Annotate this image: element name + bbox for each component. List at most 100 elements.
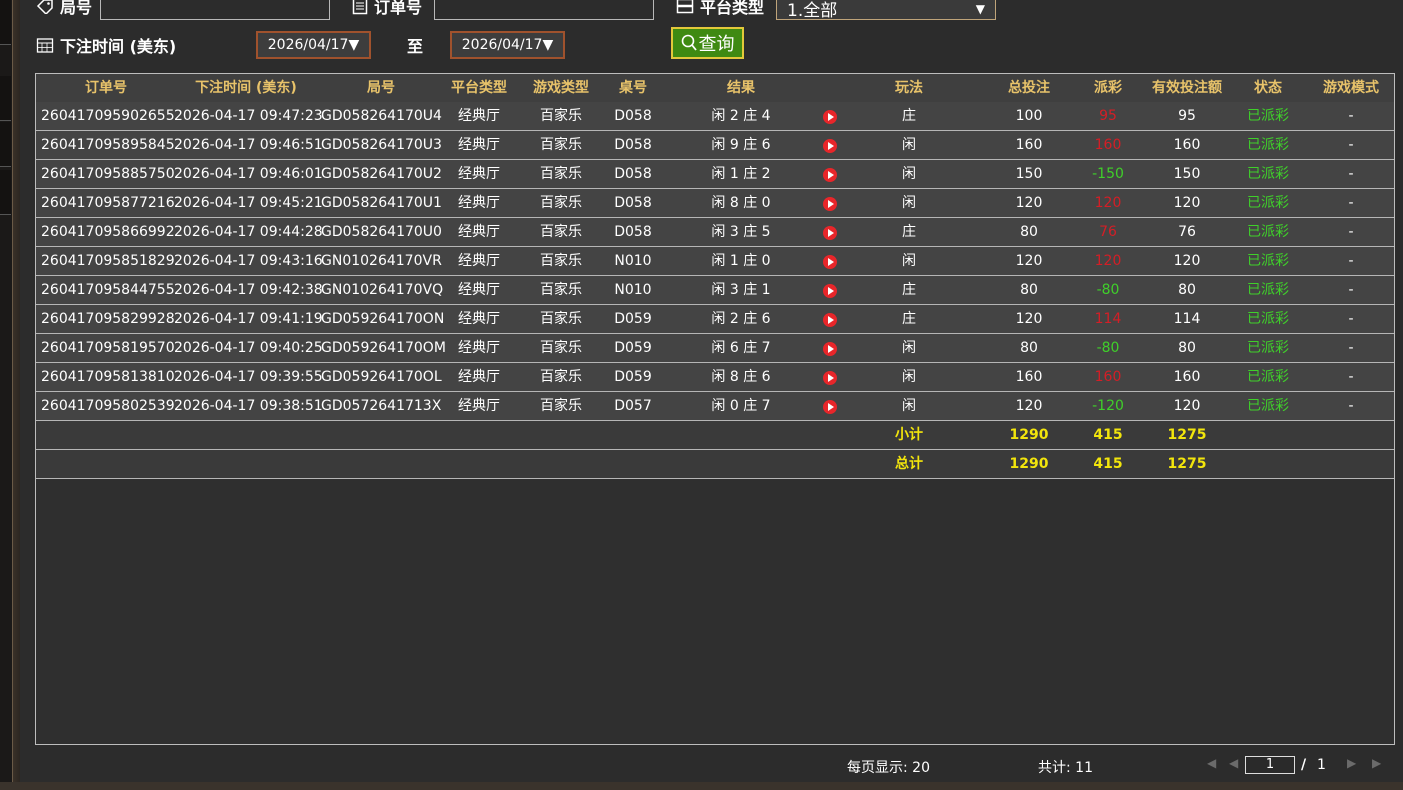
- round-input[interactable]: [100, 0, 330, 20]
- round-filter-label: 局号: [36, 0, 92, 18]
- table-number-cell: D059: [614, 369, 652, 385]
- tag-icon: [36, 0, 53, 14]
- first-page-icon[interactable]: ◀︎: [1207, 756, 1216, 770]
- round-cell: GD058264170U0: [321, 224, 442, 240]
- round-cell: GD058264170U3: [321, 137, 442, 153]
- table-row[interactable]: 260417095802539 2026-04-17 09:38:51 GD0572…: [36, 392, 1394, 421]
- result-cell: 闲 8 庄 0: [711, 195, 771, 211]
- table-row[interactable]: 260417095829928 2026-04-17 09:41:19 GD0592…: [36, 305, 1394, 334]
- video-replay-icon[interactable]: [823, 284, 837, 298]
- payout-cell: -80: [1096, 340, 1120, 356]
- table-row[interactable]: 260417095885750 2026-04-17 09:46:01 GD0582…: [36, 160, 1394, 189]
- valid-bet-cell: 120: [1173, 195, 1201, 211]
- result-cell: 闲 3 庄 5: [711, 224, 771, 240]
- next-page-icon[interactable]: ▶: [1347, 756, 1356, 770]
- game-cell: 百家乐: [540, 166, 582, 182]
- table-row[interactable]: 260417095902655 2026-04-17 09:47:23 GD0582…: [36, 102, 1394, 131]
- platform-select-value: 1.全部: [787, 1, 838, 21]
- platform-select[interactable]: 1.全部 ▼: [776, 0, 996, 21]
- video-replay-icon[interactable]: [823, 371, 837, 385]
- table-row[interactable]: 260417095895845 2026-04-17 09:46:51 GD0582…: [36, 131, 1394, 160]
- col-status: 状态: [1254, 80, 1282, 96]
- platform-cell: 经典厅: [458, 137, 500, 153]
- game-cell: 百家乐: [540, 137, 582, 153]
- bet-time-cell: 2026-04-17 09:39:55: [174, 369, 323, 385]
- total-bet-cell: 120: [1015, 195, 1043, 211]
- bet-time-cell: 2026-04-17 09:44:28: [174, 224, 323, 240]
- video-replay-icon[interactable]: [823, 255, 837, 269]
- game-mode-cell: -: [1348, 108, 1354, 124]
- game-cell: 百家乐: [540, 398, 582, 414]
- order-cell: 260417095829928: [41, 311, 175, 327]
- prev-page-icon[interactable]: ◀: [1229, 756, 1238, 770]
- col-bet-time: 下注时间 (美东): [195, 80, 297, 96]
- status-cell: 已派彩: [1247, 398, 1289, 414]
- video-replay-icon[interactable]: [823, 139, 837, 153]
- status-cell: 已派彩: [1247, 195, 1289, 211]
- order-input[interactable]: [434, 0, 654, 20]
- platform-cell: 经典厅: [458, 340, 500, 356]
- date-from-picker[interactable]: 2026/04/17▼: [256, 31, 371, 59]
- video-replay-icon[interactable]: [823, 197, 837, 211]
- play-cell: 庄: [902, 311, 916, 327]
- play-cell: 闲: [902, 137, 916, 153]
- result-cell: 闲 1 庄 2: [711, 166, 771, 182]
- valid-bet-cell: 120: [1173, 398, 1201, 414]
- table-number-cell: D059: [614, 340, 652, 356]
- page-input[interactable]: 1: [1245, 756, 1295, 774]
- play-cell: 闲: [902, 369, 916, 385]
- valid-bet-cell: 150: [1173, 166, 1201, 182]
- video-replay-icon[interactable]: [823, 110, 837, 124]
- round-cell: GN010264170VQ: [321, 282, 444, 298]
- play-cell: 闲: [902, 253, 916, 269]
- search-icon: [681, 34, 697, 51]
- payout-cell: 120: [1094, 195, 1122, 211]
- table-number-cell: D057: [614, 398, 652, 414]
- query-button[interactable]: 查询: [671, 27, 744, 59]
- result-cell: 闲 2 庄 4: [711, 108, 771, 124]
- bet-time-cell: 2026-04-17 09:42:38: [174, 282, 323, 298]
- order-cell: 260417095902655: [41, 108, 175, 124]
- table-row[interactable]: 260417095813810 2026-04-17 09:39:55 GD0592…: [36, 363, 1394, 392]
- payout-cell: 160: [1094, 369, 1122, 385]
- order-cell: 260417095813810: [41, 369, 175, 385]
- subtotal-valid: 1275: [1167, 427, 1207, 443]
- video-replay-icon[interactable]: [823, 400, 837, 414]
- total-bet-cell: 80: [1020, 282, 1038, 298]
- round-cell: GD058264170U1: [321, 195, 442, 211]
- bet-time-cell: 2026-04-17 09:45:21: [174, 195, 323, 211]
- round-cell: GD059264170OL: [321, 369, 442, 385]
- to-label: 至: [407, 37, 424, 56]
- table-row[interactable]: 260417095844755 2026-04-17 09:42:38 GN0102…: [36, 276, 1394, 305]
- payout-cell: -80: [1096, 282, 1120, 298]
- table-number-cell: N010: [614, 253, 652, 269]
- play-cell: 闲: [902, 195, 916, 211]
- left-strip-block: [0, 122, 11, 167]
- video-replay-icon[interactable]: [823, 342, 837, 356]
- table-number-cell: D059: [614, 311, 652, 327]
- status-cell: 已派彩: [1247, 137, 1289, 153]
- table-header: 订单号 下注时间 (美东) 局号 平台类型 游戏类型 桌号 结果 玩法 总投注 …: [36, 74, 1394, 102]
- table-row[interactable]: 260417095877216 2026-04-17 09:45:21 GD0582…: [36, 189, 1394, 218]
- date-to-picker[interactable]: 2026/04/17▼: [450, 31, 565, 59]
- total-bet-cell: 150: [1015, 166, 1043, 182]
- bottom-strip: [0, 782, 1403, 790]
- col-play: 玩法: [895, 80, 923, 96]
- order-cell: 260417095819570: [41, 340, 175, 356]
- total-bet: 1290: [1009, 456, 1049, 472]
- bet-time-cell: 2026-04-17 09:41:19: [174, 311, 323, 327]
- game-mode-cell: -: [1348, 369, 1354, 385]
- table-row[interactable]: 260417095866992 2026-04-17 09:44:28 GD0582…: [36, 218, 1394, 247]
- play-cell: 闲: [902, 398, 916, 414]
- last-page-icon[interactable]: ▶︎: [1372, 756, 1381, 770]
- pagination-footer: 每页显示: 20 共计: 11 ◀︎ ◀ 1 / 1 ▶ ▶︎: [35, 748, 1395, 782]
- table-row[interactable]: 260417095851829 2026-04-17 09:43:16 GN0102…: [36, 247, 1394, 276]
- col-game-mode: 游戏模式: [1323, 80, 1379, 96]
- left-strip-block: [0, 0, 11, 45]
- table-number-cell: D058: [614, 137, 652, 153]
- video-replay-icon[interactable]: [823, 168, 837, 182]
- col-total-bet: 总投注: [1008, 80, 1050, 96]
- video-replay-icon[interactable]: [823, 226, 837, 240]
- table-row[interactable]: 260417095819570 2026-04-17 09:40:25 GD0592…: [36, 334, 1394, 363]
- video-replay-icon[interactable]: [823, 313, 837, 327]
